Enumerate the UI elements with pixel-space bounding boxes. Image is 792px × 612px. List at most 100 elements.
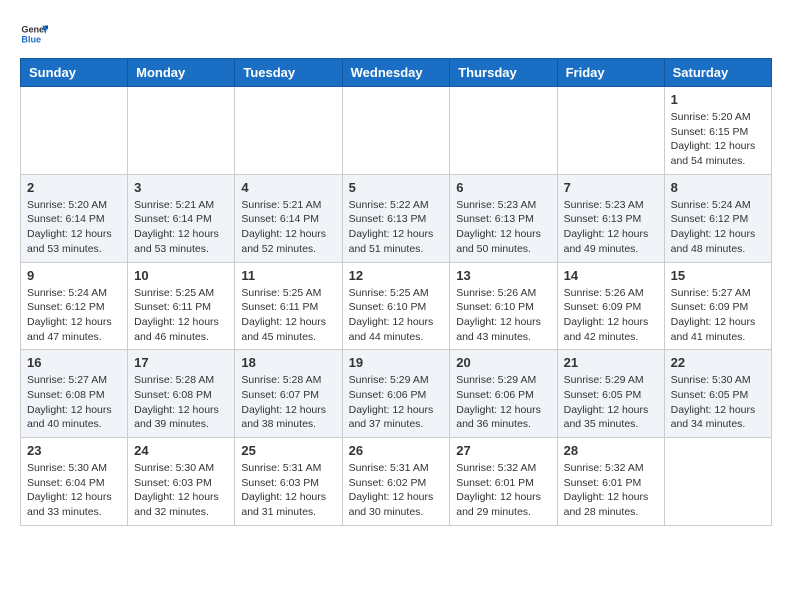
calendar-week-row: 9Sunrise: 5:24 AM Sunset: 6:12 PM Daylig… xyxy=(21,262,772,350)
calendar-day-cell xyxy=(342,87,450,175)
day-info: Sunrise: 5:21 AM Sunset: 6:14 PM Dayligh… xyxy=(134,198,228,257)
day-info: Sunrise: 5:20 AM Sunset: 6:15 PM Dayligh… xyxy=(671,110,765,169)
page-header: General Blue xyxy=(20,20,772,48)
day-number: 21 xyxy=(564,355,658,370)
calendar-day-cell: 27 Sunrise: 5:32 AM Sunset: 6:01 PM Dayli… xyxy=(450,438,557,526)
day-info: Sunrise: 5:31 AM Sunset: 6:03 PM Dayligh… xyxy=(241,461,335,520)
day-number: 26 xyxy=(349,443,444,458)
day-info: Sunrise: 5:22 AM Sunset: 6:13 PM Dayligh… xyxy=(349,198,444,257)
calendar-day-cell xyxy=(128,87,235,175)
calendar-day-cell xyxy=(664,438,771,526)
day-number: 24 xyxy=(134,443,228,458)
day-info: Sunrise: 5:30 AM Sunset: 6:03 PM Dayligh… xyxy=(134,461,228,520)
day-number: 4 xyxy=(241,180,335,195)
day-number: 1 xyxy=(671,92,765,107)
calendar-day-header: Monday xyxy=(128,59,235,87)
calendar-week-row: 23 Sunrise: 5:30 AM Sunset: 6:04 PM Dayli… xyxy=(21,438,772,526)
calendar-day-cell: 23 Sunrise: 5:30 AM Sunset: 6:04 PM Dayli… xyxy=(21,438,128,526)
calendar-day-header: Thursday xyxy=(450,59,557,87)
calendar-day-cell: 10 Sunrise: 5:25 AM Sunset: 6:11 PM Dayli… xyxy=(128,262,235,350)
day-info: Sunrise: 5:21 AM Sunset: 6:14 PM Dayligh… xyxy=(241,198,335,257)
day-info: Sunrise: 5:25 AM Sunset: 6:11 PM Dayligh… xyxy=(241,286,335,345)
day-number: 6 xyxy=(456,180,550,195)
day-info: Sunrise: 5:30 AM Sunset: 6:04 PM Dayligh… xyxy=(27,461,121,520)
calendar-day-cell: 26 Sunrise: 5:31 AM Sunset: 6:02 PM Dayli… xyxy=(342,438,450,526)
day-number: 15 xyxy=(671,268,765,283)
calendar-day-cell: 6Sunrise: 5:23 AM Sunset: 6:13 PM Daylig… xyxy=(450,174,557,262)
calendar-day-cell: 12 Sunrise: 5:25 AM Sunset: 6:10 PM Dayli… xyxy=(342,262,450,350)
calendar-day-cell: 5 Sunrise: 5:22 AM Sunset: 6:13 PM Daylig… xyxy=(342,174,450,262)
day-number: 20 xyxy=(456,355,550,370)
logo-icon: General Blue xyxy=(20,20,48,48)
day-number: 5 xyxy=(349,180,444,195)
calendar-day-cell: 2 Sunrise: 5:20 AM Sunset: 6:14 PM Daylig… xyxy=(21,174,128,262)
day-number: 3 xyxy=(134,180,228,195)
day-number: 17 xyxy=(134,355,228,370)
calendar-day-cell xyxy=(450,87,557,175)
day-number: 27 xyxy=(456,443,550,458)
calendar-day-cell: 7 Sunrise: 5:23 AM Sunset: 6:13 PM Daylig… xyxy=(557,174,664,262)
calendar-day-header: Friday xyxy=(557,59,664,87)
calendar-day-cell: 22 Sunrise: 5:30 AM Sunset: 6:05 PM Dayli… xyxy=(664,350,771,438)
day-number: 10 xyxy=(134,268,228,283)
calendar-day-cell: 1 Sunrise: 5:20 AM Sunset: 6:15 PM Daylig… xyxy=(664,87,771,175)
calendar-day-cell: 11 Sunrise: 5:25 AM Sunset: 6:11 PM Dayli… xyxy=(235,262,342,350)
calendar-day-header: Tuesday xyxy=(235,59,342,87)
calendar-day-cell: 16 Sunrise: 5:27 AM Sunset: 6:08 PM Dayli… xyxy=(21,350,128,438)
calendar-week-row: 2 Sunrise: 5:20 AM Sunset: 6:14 PM Daylig… xyxy=(21,174,772,262)
day-info: Sunrise: 5:25 AM Sunset: 6:11 PM Dayligh… xyxy=(134,286,228,345)
calendar-day-cell: 13Sunrise: 5:26 AM Sunset: 6:10 PM Dayli… xyxy=(450,262,557,350)
day-number: 7 xyxy=(564,180,658,195)
day-number: 22 xyxy=(671,355,765,370)
day-number: 14 xyxy=(564,268,658,283)
calendar-day-cell: 9Sunrise: 5:24 AM Sunset: 6:12 PM Daylig… xyxy=(21,262,128,350)
day-info: Sunrise: 5:29 AM Sunset: 6:05 PM Dayligh… xyxy=(564,373,658,432)
day-info: Sunrise: 5:28 AM Sunset: 6:08 PM Dayligh… xyxy=(134,373,228,432)
day-info: Sunrise: 5:27 AM Sunset: 6:09 PM Dayligh… xyxy=(671,286,765,345)
calendar-day-cell: 15 Sunrise: 5:27 AM Sunset: 6:09 PM Dayli… xyxy=(664,262,771,350)
calendar-day-cell: 21 Sunrise: 5:29 AM Sunset: 6:05 PM Dayli… xyxy=(557,350,664,438)
day-number: 18 xyxy=(241,355,335,370)
day-info: Sunrise: 5:20 AM Sunset: 6:14 PM Dayligh… xyxy=(27,198,121,257)
calendar-day-header: Sunday xyxy=(21,59,128,87)
calendar-day-header: Saturday xyxy=(664,59,771,87)
day-number: 8 xyxy=(671,180,765,195)
logo: General Blue xyxy=(20,20,48,48)
calendar-day-cell: 17 Sunrise: 5:28 AM Sunset: 6:08 PM Dayli… xyxy=(128,350,235,438)
day-info: Sunrise: 5:24 AM Sunset: 6:12 PM Dayligh… xyxy=(671,198,765,257)
day-info: Sunrise: 5:31 AM Sunset: 6:02 PM Dayligh… xyxy=(349,461,444,520)
day-info: Sunrise: 5:23 AM Sunset: 6:13 PM Dayligh… xyxy=(564,198,658,257)
day-number: 25 xyxy=(241,443,335,458)
day-number: 16 xyxy=(27,355,121,370)
day-info: Sunrise: 5:29 AM Sunset: 6:06 PM Dayligh… xyxy=(456,373,550,432)
calendar-week-row: 16 Sunrise: 5:27 AM Sunset: 6:08 PM Dayli… xyxy=(21,350,772,438)
day-info: Sunrise: 5:26 AM Sunset: 6:09 PM Dayligh… xyxy=(564,286,658,345)
calendar-table: SundayMondayTuesdayWednesdayThursdayFrid… xyxy=(20,58,772,526)
day-number: 11 xyxy=(241,268,335,283)
calendar-day-cell xyxy=(235,87,342,175)
day-number: 13 xyxy=(456,268,550,283)
day-info: Sunrise: 5:32 AM Sunset: 6:01 PM Dayligh… xyxy=(564,461,658,520)
calendar-day-cell: 25 Sunrise: 5:31 AM Sunset: 6:03 PM Dayli… xyxy=(235,438,342,526)
calendar-day-cell: 4 Sunrise: 5:21 AM Sunset: 6:14 PM Daylig… xyxy=(235,174,342,262)
calendar-day-cell: 28Sunrise: 5:32 AM Sunset: 6:01 PM Dayli… xyxy=(557,438,664,526)
calendar-day-cell: 24 Sunrise: 5:30 AM Sunset: 6:03 PM Dayli… xyxy=(128,438,235,526)
day-number: 2 xyxy=(27,180,121,195)
calendar-day-cell xyxy=(21,87,128,175)
day-number: 23 xyxy=(27,443,121,458)
calendar-day-cell: 19 Sunrise: 5:29 AM Sunset: 6:06 PM Dayli… xyxy=(342,350,450,438)
day-info: Sunrise: 5:30 AM Sunset: 6:05 PM Dayligh… xyxy=(671,373,765,432)
day-number: 19 xyxy=(349,355,444,370)
calendar-day-cell: 8 Sunrise: 5:24 AM Sunset: 6:12 PM Daylig… xyxy=(664,174,771,262)
day-info: Sunrise: 5:32 AM Sunset: 6:01 PM Dayligh… xyxy=(456,461,550,520)
day-info: Sunrise: 5:27 AM Sunset: 6:08 PM Dayligh… xyxy=(27,373,121,432)
calendar-header-row: SundayMondayTuesdayWednesdayThursdayFrid… xyxy=(21,59,772,87)
day-number: 12 xyxy=(349,268,444,283)
day-info: Sunrise: 5:29 AM Sunset: 6:06 PM Dayligh… xyxy=(349,373,444,432)
day-number: 9 xyxy=(27,268,121,283)
calendar-day-cell: 20 Sunrise: 5:29 AM Sunset: 6:06 PM Dayli… xyxy=(450,350,557,438)
day-info: Sunrise: 5:25 AM Sunset: 6:10 PM Dayligh… xyxy=(349,286,444,345)
calendar-day-cell: 3 Sunrise: 5:21 AM Sunset: 6:14 PM Daylig… xyxy=(128,174,235,262)
calendar-week-row: 1 Sunrise: 5:20 AM Sunset: 6:15 PM Daylig… xyxy=(21,87,772,175)
calendar-day-cell: 14 Sunrise: 5:26 AM Sunset: 6:09 PM Dayli… xyxy=(557,262,664,350)
